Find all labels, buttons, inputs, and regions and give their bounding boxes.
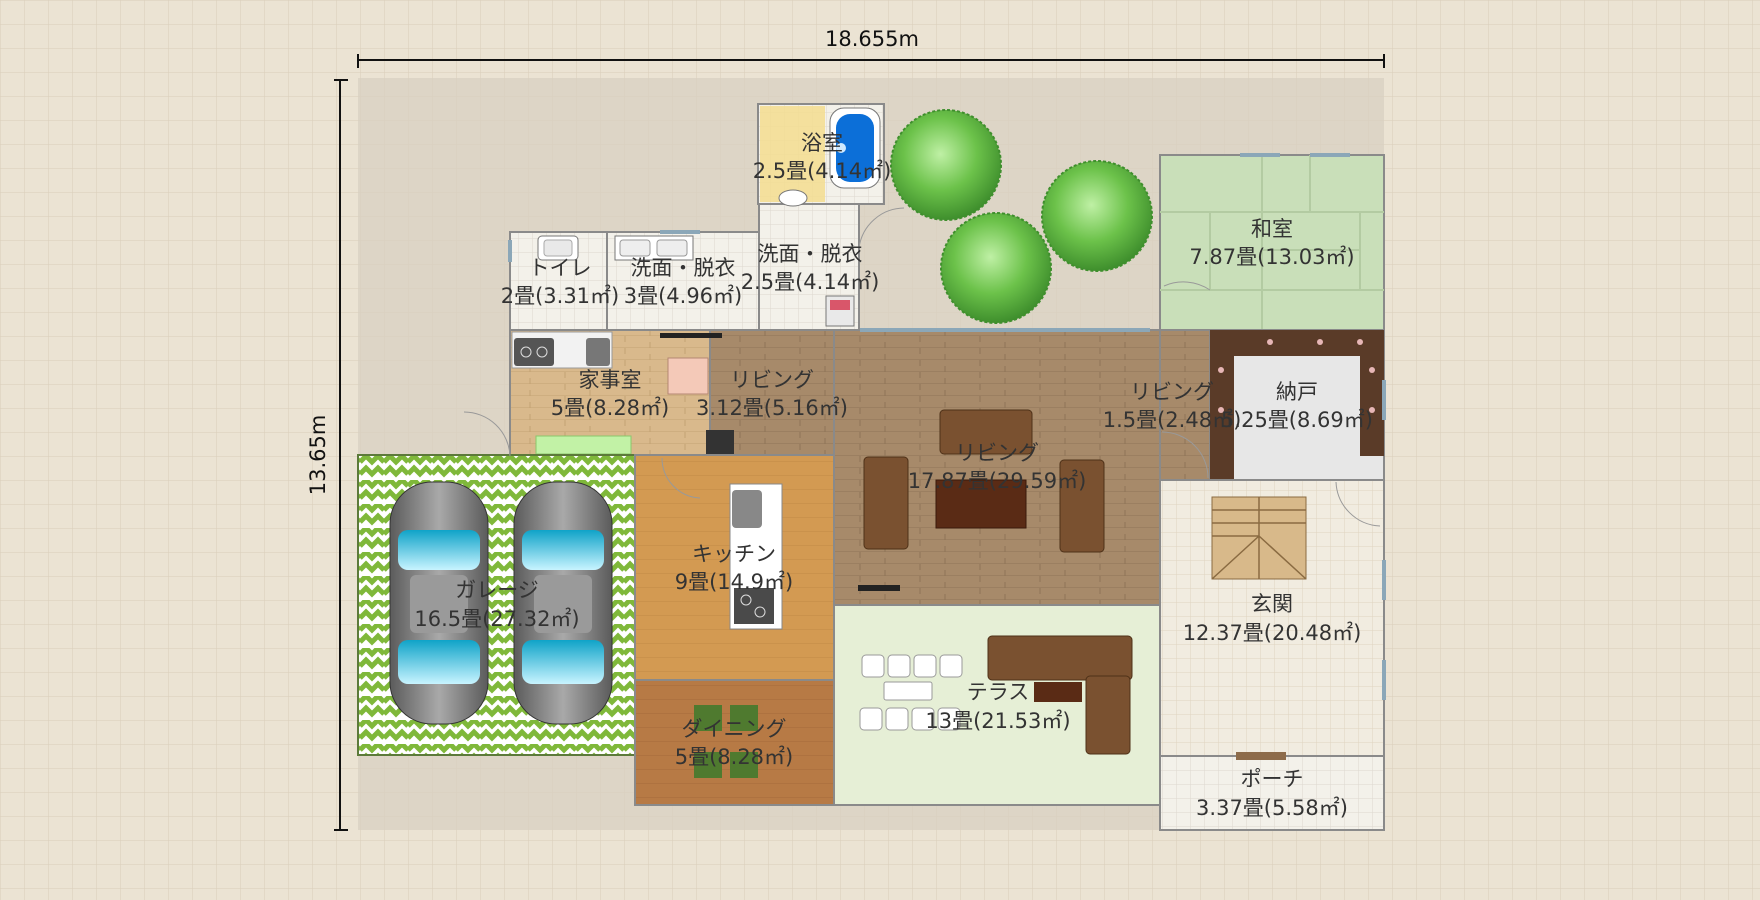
- svg-text:洗面・脱衣: 洗面・脱衣: [758, 242, 863, 266]
- room-wash-1: [606, 231, 760, 331]
- svg-text:17.87畳(29.59㎡): 17.87畳(29.59㎡): [908, 469, 1087, 493]
- svg-text:2.5畳(4.14㎡): 2.5畳(4.14㎡): [741, 270, 880, 294]
- svg-text:9畳(14.9㎡): 9畳(14.9㎡): [675, 570, 794, 594]
- toilet-icon: [778, 189, 808, 207]
- room-toilet: [509, 231, 608, 331]
- svg-text:5畳(8.28㎡): 5畳(8.28㎡): [551, 396, 670, 420]
- svg-text:リビング: リビング: [955, 441, 1039, 465]
- stove-icon: [511, 331, 613, 369]
- room-terrace: [833, 604, 1161, 806]
- svg-text:3.37畳(5.58㎡): 3.37畳(5.58㎡): [1196, 796, 1348, 820]
- svg-text:13畳(21.53㎡): 13畳(21.53㎡): [925, 709, 1070, 733]
- svg-text:5畳(8.28㎡): 5畳(8.28㎡): [675, 745, 794, 769]
- tv-icon: [858, 585, 900, 591]
- room-nando: [1209, 329, 1385, 481]
- svg-text:2畳(3.31㎡): 2畳(3.31㎡): [501, 284, 620, 308]
- svg-text:和室: 和室: [1251, 217, 1293, 241]
- room-garage: [357, 454, 652, 756]
- car-icon: [513, 481, 613, 725]
- svg-text:3.12畳(5.16㎡): 3.12畳(5.16㎡): [696, 396, 848, 420]
- svg-text:玄関: 玄関: [1251, 592, 1293, 616]
- svg-text:テラス: テラス: [967, 680, 1030, 704]
- tree-icon: [890, 109, 1002, 221]
- room-genkan: [1159, 479, 1385, 757]
- svg-text:16.5畳(27.32㎡): 16.5畳(27.32㎡): [414, 607, 579, 631]
- svg-text:7.87畳(13.03㎡): 7.87畳(13.03㎡): [1189, 245, 1354, 269]
- floor-plan: 18.655m 13.65m 浴室 2.5畳(4.14㎡) トイレ 2畳(3.3…: [0, 0, 1760, 900]
- svg-text:ポーチ: ポーチ: [1241, 767, 1304, 791]
- svg-text:12.37畳(20.48㎡): 12.37畳(20.48㎡): [1183, 621, 1362, 645]
- height-label: 13.65m: [306, 415, 330, 496]
- washing-machine-icon: [825, 295, 855, 327]
- svg-text:トイレ: トイレ: [529, 256, 592, 280]
- svg-text:浴室: 浴室: [801, 131, 843, 155]
- svg-text:洗面・脱衣: 洗面・脱衣: [631, 256, 736, 280]
- svg-text:5.25畳(8.69㎡): 5.25畳(8.69㎡): [1221, 408, 1373, 432]
- svg-text:キッチン: キッチン: [692, 542, 776, 566]
- tree-icon: [940, 212, 1052, 324]
- width-label: 18.655m: [825, 27, 919, 51]
- room-washitsu: [1159, 154, 1385, 331]
- tree-icon: [1041, 160, 1153, 272]
- car-icon: [389, 481, 489, 725]
- svg-text:納戸: 納戸: [1276, 380, 1318, 404]
- svg-text:ガレージ: ガレージ: [455, 578, 539, 602]
- room-dining: [634, 679, 835, 806]
- svg-text:家事室: 家事室: [579, 368, 642, 392]
- stairs-icon: [1211, 496, 1307, 580]
- room-kitchen: [634, 454, 835, 681]
- svg-text:3畳(4.96㎡): 3畳(4.96㎡): [624, 284, 743, 308]
- svg-text:リビング: リビング: [730, 368, 814, 392]
- room-kajishitsu: [509, 329, 711, 456]
- svg-text:2.5畳(4.14㎡): 2.5畳(4.14㎡): [753, 159, 892, 183]
- svg-text:リビング: リビング: [1130, 380, 1214, 404]
- room-living-hall: [1159, 329, 1211, 481]
- room-living-main: [833, 329, 1161, 606]
- svg-text:ダイニング: ダイニング: [682, 717, 787, 741]
